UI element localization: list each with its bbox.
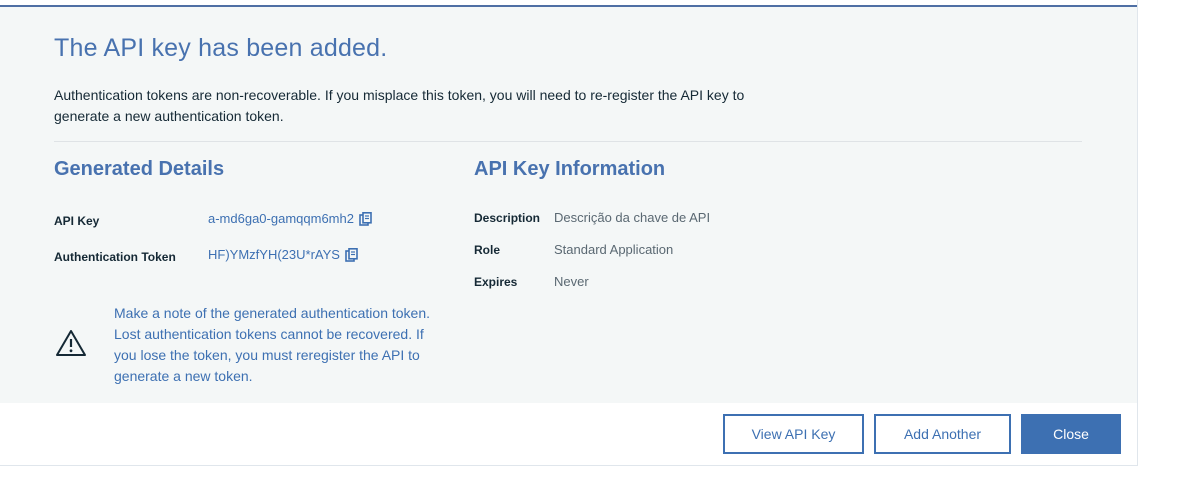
expires-label: Expires: [474, 275, 518, 289]
role-label: Role: [474, 243, 501, 257]
expires-value: Never: [554, 274, 589, 289]
api-key-value: a-md6ga0-gamqqm6mh2: [208, 211, 354, 226]
dialog-subtitle: Authentication tokens are non-recoverabl…: [54, 87, 745, 124]
add-another-button[interactable]: Add Another: [874, 414, 1011, 454]
api-key-value-row: a-md6ga0-gamqqm6mh2: [208, 211, 372, 226]
description-value: Descrição da chave de API: [554, 210, 711, 225]
warning-message: Make a note of the generated authenticat…: [114, 305, 431, 384]
view-api-key-button[interactable]: View API Key: [723, 414, 864, 454]
warning-icon: [55, 329, 87, 357]
auth-token-label: Authentication Token: [54, 250, 176, 264]
copy-icon[interactable]: [345, 247, 358, 262]
dialog-title: The API key has been added.: [54, 34, 388, 62]
close-button[interactable]: Close: [1021, 414, 1121, 454]
copy-icon[interactable]: [359, 211, 372, 226]
api-key-information-title: API Key Information: [474, 158, 666, 180]
dialog-body: The API key has been added. Authenticati…: [0, 7, 1137, 403]
api-key-label: API Key: [54, 214, 100, 228]
generated-details-title: Generated Details: [54, 158, 225, 180]
role-value: Standard Application: [554, 242, 674, 257]
auth-token-value: HF)YMzfYH(23U*rAYS: [208, 247, 340, 262]
divider: [54, 141, 1082, 142]
description-label: Description: [474, 211, 541, 225]
api-key-added-dialog: The API key has been added. Authenticati…: [0, 0, 1138, 466]
dialog-footer: View API Key Add Another Close: [0, 403, 1137, 465]
auth-token-value-row: HF)YMzfYH(23U*rAYS: [208, 247, 358, 262]
